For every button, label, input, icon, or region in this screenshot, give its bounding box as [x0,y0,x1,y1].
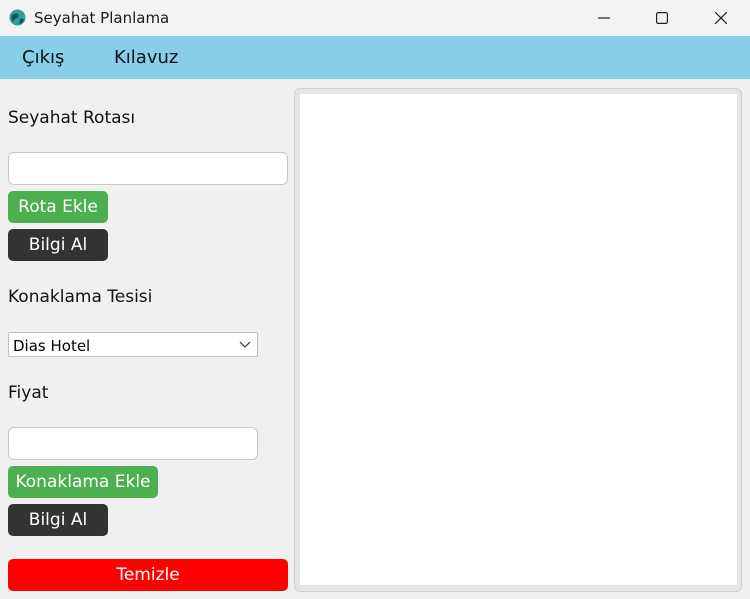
close-button[interactable] [692,0,750,36]
chevron-down-icon [239,341,251,348]
accommodation-label: Konaklama Tesisi [8,287,153,307]
close-icon [715,12,727,24]
menu-bar: Çıkış Kılavuz [0,36,750,79]
menu-item-guide[interactable]: Kılavuz [114,47,178,68]
output-text-area[interactable] [300,94,737,585]
maximize-button[interactable] [633,0,691,36]
accommodation-select[interactable]: Dias Hotel [8,332,258,357]
accommodation-selected-value: Dias Hotel [13,337,91,355]
route-info-button[interactable]: Bilgi Al [8,229,108,261]
window-title: Seyahat Planlama [34,9,170,27]
accommodation-info-button[interactable]: Bilgi Al [8,504,108,536]
add-route-button[interactable]: Rota Ekle [8,191,108,223]
minimize-icon [598,17,610,19]
title-bar: Seyahat Planlama [0,0,750,36]
maximize-icon [656,12,668,24]
clear-button[interactable]: Temizle [8,559,288,591]
menu-item-exit[interactable]: Çıkış [22,47,64,68]
price-label: Fiyat [8,383,49,403]
price-input[interactable] [8,427,258,460]
add-accommodation-button[interactable]: Konaklama Ekle [8,466,158,498]
route-input[interactable] [8,152,288,185]
route-label: Seyahat Rotası [8,108,136,128]
minimize-button[interactable] [575,0,633,36]
globe-icon [9,9,26,26]
